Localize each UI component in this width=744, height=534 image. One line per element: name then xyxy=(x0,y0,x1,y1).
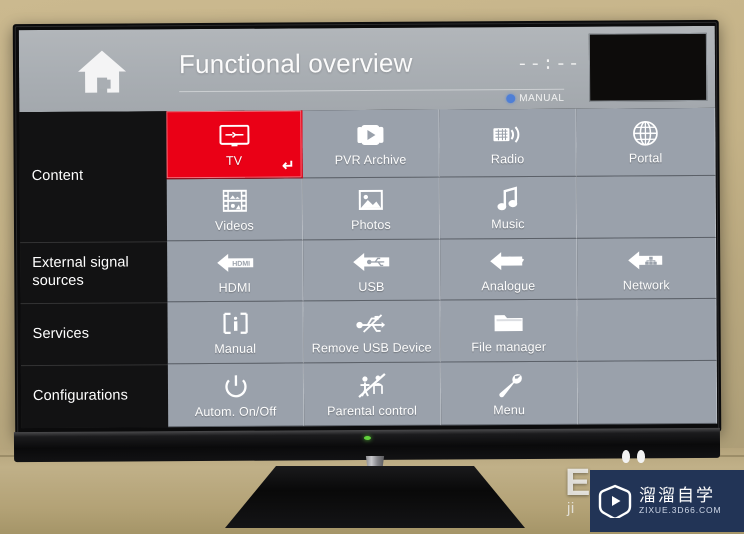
background-watermark-sub: ji xyxy=(567,500,575,517)
tile-label: Parental control xyxy=(327,403,418,419)
usb-eject-icon xyxy=(354,308,388,338)
sidebar-item-label: Content xyxy=(31,167,84,185)
info-book-icon xyxy=(221,309,249,339)
tile-label: Network xyxy=(622,277,670,293)
wrench-icon xyxy=(494,370,524,400)
tile-hdmi[interactable]: HDMI HDMI xyxy=(167,240,304,303)
sidebar-item-label: Configurations xyxy=(32,387,128,405)
blue-dot-icon xyxy=(506,94,516,104)
tile-label: Remove USB Device xyxy=(311,340,432,356)
tile-label: Portal xyxy=(628,151,663,166)
tile-empty-r5c4 xyxy=(577,360,718,425)
tile-parental-control[interactable]: Parental control xyxy=(303,362,442,427)
clock-display: --:-- xyxy=(516,54,582,76)
tile-tv[interactable]: TV ↵ xyxy=(166,110,303,180)
tile-videos[interactable]: Videos xyxy=(166,178,304,242)
enter-key-icon: ↵ xyxy=(281,157,295,175)
sidebar-item-external-signal-sources[interactable]: External signal sources xyxy=(20,241,168,304)
tile-radio[interactable]: Radio xyxy=(439,108,577,178)
radio-icon xyxy=(491,119,523,149)
tile-remove-usb-device[interactable]: Remove USB Device xyxy=(303,300,441,364)
tile-label: Videos xyxy=(214,218,254,234)
svg-text:HDMI: HDMI xyxy=(232,260,250,267)
tile-analogue[interactable]: Analogue xyxy=(440,238,578,301)
tv-icon xyxy=(218,121,249,151)
arrow-analogue-icon xyxy=(488,246,528,276)
tile-pvr-archive[interactable]: PVR Archive xyxy=(302,109,440,179)
tile-file-manager[interactable]: File manager xyxy=(440,299,578,363)
folder-icon xyxy=(493,307,523,337)
tile-music[interactable]: Music xyxy=(439,176,578,240)
tile-autom-on-off[interactable]: Autom. On/Off xyxy=(167,363,305,428)
power-icon xyxy=(222,371,248,401)
arrow-hdmi-icon: HDMI xyxy=(215,247,255,277)
tile-label: PVR Archive xyxy=(334,153,407,168)
tile-label: Analogue xyxy=(481,278,536,294)
screen-body: Content External signal sources Services… xyxy=(19,107,718,429)
watermark-url: ZIXUE.3D66.COM xyxy=(639,505,722,516)
screen-header: Functional overview --:-- Manual xyxy=(18,25,716,113)
tile-label: Manual xyxy=(214,341,257,357)
power-led-indicator xyxy=(363,435,371,441)
tile-label: HDMI xyxy=(218,280,252,295)
tile-empty-r4c4 xyxy=(577,298,717,362)
arrow-network-icon xyxy=(626,245,666,275)
watermark-badge: 溜溜自学 ZIXUE.3D66.COM xyxy=(590,470,744,532)
film-icon xyxy=(221,186,247,216)
watermark-text: 溜溜自学 ZIXUE.3D66.COM xyxy=(639,487,722,515)
play-button-logo xyxy=(598,484,632,518)
tile-label: Radio xyxy=(490,152,525,167)
tv-stand-base xyxy=(225,466,525,528)
preview-thumbnail[interactable] xyxy=(588,32,708,102)
tile-label: TV xyxy=(225,154,243,169)
photo-icon xyxy=(358,185,384,215)
tile-empty-r2c4 xyxy=(576,175,717,239)
pvr-play-icon xyxy=(355,120,385,150)
arrow-usb-icon xyxy=(351,247,391,277)
tile-menu[interactable]: Menu xyxy=(440,361,579,426)
background-dots xyxy=(622,450,645,463)
sidebar-item-label: External signal sources xyxy=(32,254,129,290)
tile-label: Autom. On/Off xyxy=(194,404,277,419)
sidebar: Content External signal sources Services… xyxy=(19,111,169,429)
parental-control-icon xyxy=(357,371,387,401)
tv-screen: Functional overview --:-- Manual Content… xyxy=(18,25,718,429)
tile-network[interactable]: Network xyxy=(577,237,717,300)
home-icon[interactable] xyxy=(76,47,128,95)
tile-photos[interactable]: Photos xyxy=(302,177,441,241)
sidebar-item-services[interactable]: Services xyxy=(20,302,168,366)
photo-scene: Functional overview --:-- Manual Content… xyxy=(0,0,744,534)
tile-label: Menu xyxy=(493,402,526,417)
tile-usb[interactable]: USB xyxy=(303,239,441,302)
sidebar-item-content[interactable]: Content xyxy=(19,111,167,242)
header-divider xyxy=(179,88,565,93)
manual-label: Manual xyxy=(519,92,565,105)
page-title: Functional overview xyxy=(178,47,413,80)
tile-portal[interactable]: Portal xyxy=(576,107,716,177)
tile-label: Photos xyxy=(351,218,391,233)
tile-label: USB xyxy=(358,279,385,294)
sidebar-item-label: Services xyxy=(32,325,90,342)
tile-manual[interactable]: Manual xyxy=(167,301,304,365)
watermark-brand: 溜溜自学 xyxy=(639,486,715,506)
tile-grid: TV ↵ PVR Archive Radio Portal Videos Pho… xyxy=(166,107,718,428)
globe-icon xyxy=(632,118,658,148)
music-note-icon xyxy=(496,184,520,214)
sidebar-item-configurations[interactable]: Configurations xyxy=(20,364,169,429)
tile-label: Music xyxy=(491,217,525,232)
tile-label: File manager xyxy=(471,340,547,355)
manual-mode-indicator[interactable]: Manual xyxy=(506,92,565,105)
background-watermark-letter: E xyxy=(565,462,592,504)
